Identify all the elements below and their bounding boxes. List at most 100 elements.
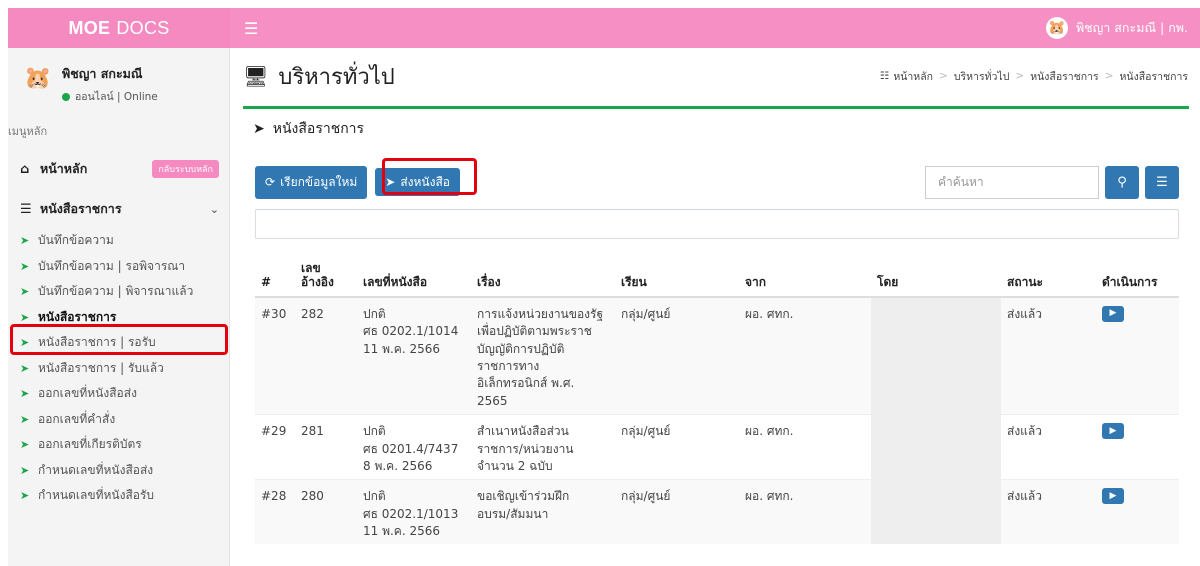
breadcrumb-separator: > [1104,70,1114,82]
page-title: 🖥 บริหารทั่วไป [243,59,395,94]
cell-num: #29 [255,414,295,480]
table-header-row: # เลข อ้างอิง เลขที่หนังสือ เรื่อง เรียน… [255,257,1179,298]
cell-num: #28 [255,479,295,545]
menu-header: เมนูหลัก [8,125,48,138]
sign-in-icon: ➤ [20,412,30,426]
cell-subject: ขอเชิญเข้าร่วมฝึก อบรม/สัมมนา [471,479,615,545]
sign-in-icon: ➤ [20,387,30,401]
sidebar-item-memo-reviewed[interactable]: ➤ บันทึกข้อความ | พิจารณาแล้ว [8,279,229,305]
sidebar-home-label: หน้าหลัก [40,161,88,176]
cell-doc-no: ปกติ ศธ 0202.1/1014 11 พ.ค. 2566 [357,296,471,415]
avatar: 🐹 [1045,17,1068,39]
sidebar-item-issue-outgoing-no[interactable]: ➤ ออกเลขที่หนังสือส่ง [8,381,229,407]
breadcrumb-official-docs[interactable]: หนังสือราชการ [1030,68,1099,85]
search-icon: ⚲ [1117,174,1127,190]
search-button[interactable]: ⚲ [1105,165,1139,199]
folder-open-icon: ▶ [1109,308,1117,319]
sign-in-icon: ➤ [20,463,30,477]
sidebar-item-label: หนังสือราชการ [38,309,117,324]
table-row: #28 280 ปกติ ศธ 0202.1/1013 11 พ.ค. 2566… [255,479,1179,545]
cell-from: ผอ. ศทก. [739,296,871,415]
folder-open-icon: ▶ [1109,425,1117,436]
sidebar-user-name: พิชญา สกะมณี [62,66,143,81]
folder-open-icon: ▶ [1109,490,1117,501]
cell-by [871,414,1001,480]
sidebar-item-label: ออกเลขที่หนังสือส่ง [38,386,137,401]
sign-in-icon: ➤ [20,310,30,324]
breadcrumb-general-admin[interactable]: บริหารทั่วไป [954,68,1010,85]
reload-button[interactable]: ⟳ เรียกข้อมูลใหม่ [255,165,368,199]
top-user-menu[interactable]: 🐹 พิชญา สกะมณี | กพ. [1045,17,1188,39]
reload-button-label: เรียกข้อมูลใหม่ [280,174,358,189]
sign-in-icon: ➤ [20,361,30,375]
top-navbar: MOE DOCS ☰ 🐹 พิชญา สกะมณี | กพ. [8,8,1200,48]
sidebar-item-set-incoming-no[interactable]: ➤ กำหนดเลขที่หนังสือรับ [8,483,229,509]
sidebar-item-label: กำหนดเลขที่หนังสือรับ [38,488,155,503]
table-row: #30 282 ปกติ ศธ 0202.1/1014 11 พ.ค. 2566… [255,296,1179,415]
avatar: 🐹 [24,66,52,91]
sign-in-icon: ➤ [253,121,265,137]
back-to-main-badge[interactable]: กลับระบบหลัก [152,160,219,178]
col-header-action: ดำเนินการ [1096,257,1179,298]
open-folder-button[interactable]: ▶ [1102,488,1124,505]
sidebar-item-issue-certificate-no[interactable]: ➤ ออกเลขที่เกียรติบัตร [8,432,229,458]
cell-ref: 281 [295,414,357,480]
col-header-doc-no: เลขที่หนังสือ [357,257,471,298]
docs-box: ➤ หนังสือราชการ ⟳ เรียกข้อมูลใหม่ ➤ ส่งห… [243,106,1189,566]
cell-action: ▶ [1096,296,1179,415]
sign-in-icon: ➤ [20,438,30,452]
cell-by [871,296,1001,415]
send-button-label: ส่งหนังสือ [400,174,451,189]
sidebar-submenu: ➤ บันทึกข้อความ ➤ บันทึกข้อความ | รอพิจารณ… [8,228,229,509]
breadcrumb-current: หนังสือราชการ [1119,70,1189,83]
breadcrumb-home[interactable]: หน้าหลัก [893,68,933,85]
cell-subject: สำเนาหนังสือส่วน ราชการ/หน่วยงาน จำนวน 2… [471,414,615,480]
home-icon: ⌂ [20,161,30,177]
col-header-num: # [255,257,295,298]
sidebar-item-set-outgoing-no[interactable]: ➤ กำหนดเลขที่หนังสือส่ง [8,458,229,484]
open-folder-button[interactable]: ▶ [1102,423,1124,440]
sidebar-item-label: บันทึกข้อความ [38,233,114,248]
main-content: 🖥 บริหารทั่วไป ☷ หน้าหลัก > บริหารทั่วไป… [231,48,1200,566]
col-header-status: สถานะ [1001,257,1096,298]
cell-to: กลุ่ม/ศูนย์ [615,414,739,480]
box-title: ➤ หนังสือราชการ [243,109,1189,149]
sidebar-item-memo[interactable]: ➤ บันทึกข้อความ [8,228,229,254]
brand-bold: MOE [68,17,111,38]
sidebar-item-official-docs[interactable]: ➤ หนังสือราชการ [8,305,229,331]
list-icon: ☰ [1156,174,1168,190]
sidebar-item-label: ออกเลขที่เกียรติบัตร [38,437,142,452]
sidebar-item-memo-pending[interactable]: ➤ บันทึกข้อความ | รอพิจารณา [8,254,229,280]
cell-status: ส่งแล้ว [1001,414,1096,480]
sidebar-item-home[interactable]: ⌂ หน้าหลัก กลับระบบหลัก [8,148,229,190]
cell-from: ผอ. ศทก. [739,414,871,480]
list-view-button[interactable]: ☰ [1145,165,1179,199]
sidebar-item-docs-awaiting[interactable]: ➤ หนังสือราชการ | รอรับ [8,330,229,356]
sidebar: 🐹 พิชญา สกะมณี ออนไลน์ | Online เมนูหลัก… [8,48,230,566]
breadcrumb: ☷ หน้าหลัก > บริหารทั่วไป > หนังสือราชกา… [880,68,1188,85]
sidebar-group-official-docs[interactable]: ☰ หนังสือราชการ ⌄ [8,190,229,228]
user-panel: 🐹 พิชญา สกะมณี ออนไลน์ | Online [8,48,229,114]
sidebar-item-issue-order-no[interactable]: ➤ ออกเลขที่คำสั่ง [8,407,229,433]
sign-in-icon: ➤ [20,285,30,299]
breadcrumb-separator: > [1015,70,1025,82]
sign-in-icon: ➤ [20,489,30,503]
chevron-down-icon: ⌄ [209,202,219,216]
send-document-button[interactable]: ➤ ส่งหนังสือ [375,168,461,196]
sidebar-item-label: ออกเลขที่คำสั่ง [38,411,116,426]
sign-in-icon: ➤ [20,336,30,350]
cell-subject: การแจ้งหน่วยงานของรัฐ เพื่อปฏิบัติตามพระ… [471,296,615,415]
cell-status: ส่งแล้ว [1001,296,1096,415]
brand-logo[interactable]: MOE DOCS [8,8,230,48]
sitemap-icon: ☷ [879,70,890,82]
sidebar-item-label: บันทึกข้อความ | รอพิจารณา [38,258,186,273]
cell-num: #30 [255,296,295,415]
search-input[interactable] [925,165,1099,199]
cell-by [871,479,1001,545]
online-status-text: ออนไลน์ | Online [75,91,158,103]
open-folder-button[interactable]: ▶ [1102,305,1124,322]
col-header-ref: เลข อ้างอิง [295,257,357,298]
menu-icon[interactable]: ☰ [244,19,258,38]
cell-doc-no: ปกติ ศธ 0201.4/7437 8 พ.ค. 2566 [357,414,471,480]
sidebar-item-docs-received[interactable]: ➤ หนังสือราชการ | รับแล้ว [8,356,229,382]
